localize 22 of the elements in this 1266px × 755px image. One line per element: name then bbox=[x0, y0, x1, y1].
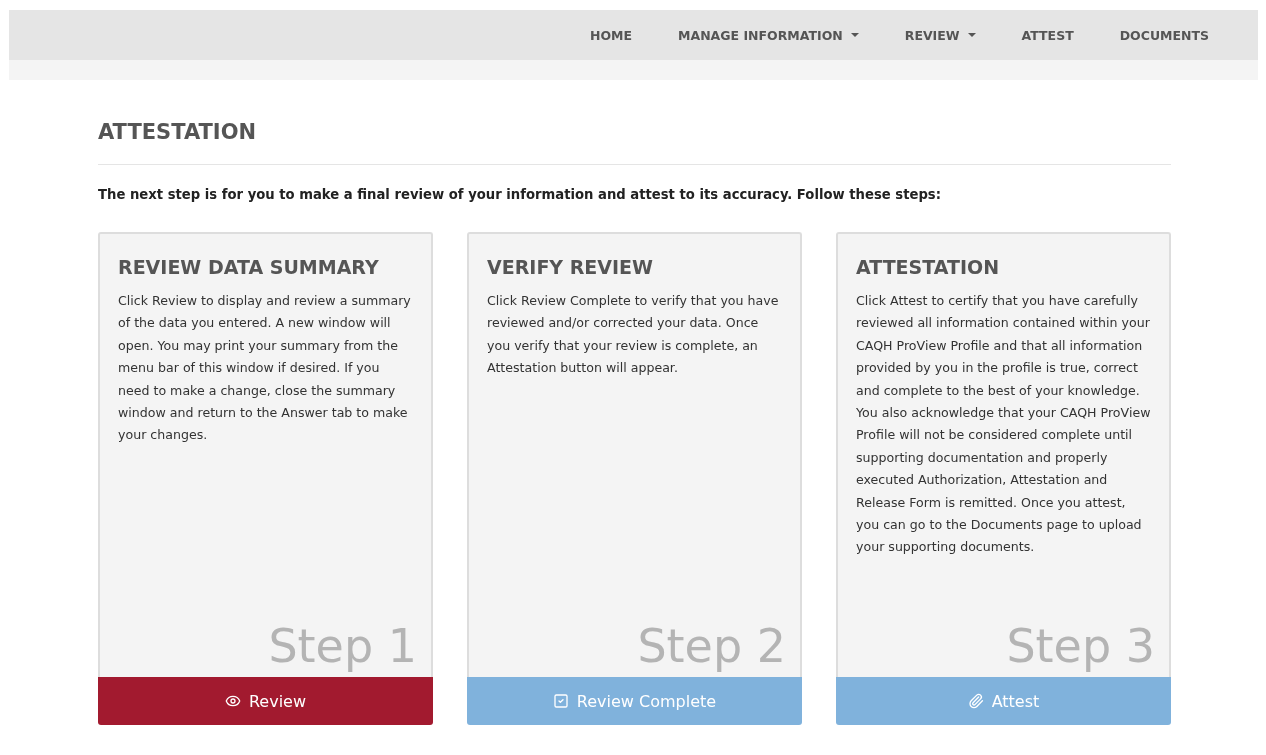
caret-icon bbox=[967, 33, 976, 37]
card-title: REVIEW DATA SUMMARY bbox=[118, 256, 380, 278]
step-label: Step 1 bbox=[268, 619, 417, 673]
card-title: ATTESTATION bbox=[856, 256, 1001, 278]
nav-link[interactable]: ATTEST bbox=[998, 27, 1097, 43]
caret-icon bbox=[850, 33, 859, 37]
card-text: Click Attest to certify that you have carefully reviewed all information contained within your CAQH ProView Profile and that all information provided by you in the profile is true, correct and complete to the best of your knowledge. You also acknowledge that your CAQH ProView Profile will not be considered complete until supporting documentation and properly executed Authorization, Attestation and Release Form is remitted. Once you attest, you can go to the Documents page to upload your supporting documents. bbox=[856, 292, 1151, 557]
card-text: Click Review Complete to verify that you have reviewed and/or corrected your data. Once you verify that your review is complete, an Attestation button will appear. bbox=[487, 292, 780, 378]
card-title: VERIFY REVIEW bbox=[487, 256, 655, 278]
intro-text: The next step is for you to make a final review of your information and attest to its accuracy. Follow these steps: bbox=[98, 187, 942, 202]
checkbox-icon bbox=[552, 693, 569, 709]
step-button[interactable]: Review bbox=[98, 677, 433, 725]
step-label: Step 2 bbox=[637, 619, 786, 673]
eye-icon bbox=[224, 693, 241, 709]
nav-link[interactable]: DOCUMENTS bbox=[1096, 27, 1232, 43]
nav-link[interactable]: REVIEW bbox=[881, 27, 999, 43]
card-text: Click Review to display and review a summary of the data you entered. A new window will open. You may print your summary from the menu bar of this window if desired. If you need to make a change, close the summary window and return to the Answer tab to make your changes. bbox=[118, 292, 412, 445]
paperclip-icon bbox=[967, 693, 984, 709]
nav-link[interactable]: MANAGE INFORMATION bbox=[655, 27, 882, 43]
page-title: ATTESTATION bbox=[98, 120, 1171, 165]
nav-link[interactable]: HOME bbox=[566, 27, 656, 43]
step-label: Step 3 bbox=[1006, 619, 1155, 673]
